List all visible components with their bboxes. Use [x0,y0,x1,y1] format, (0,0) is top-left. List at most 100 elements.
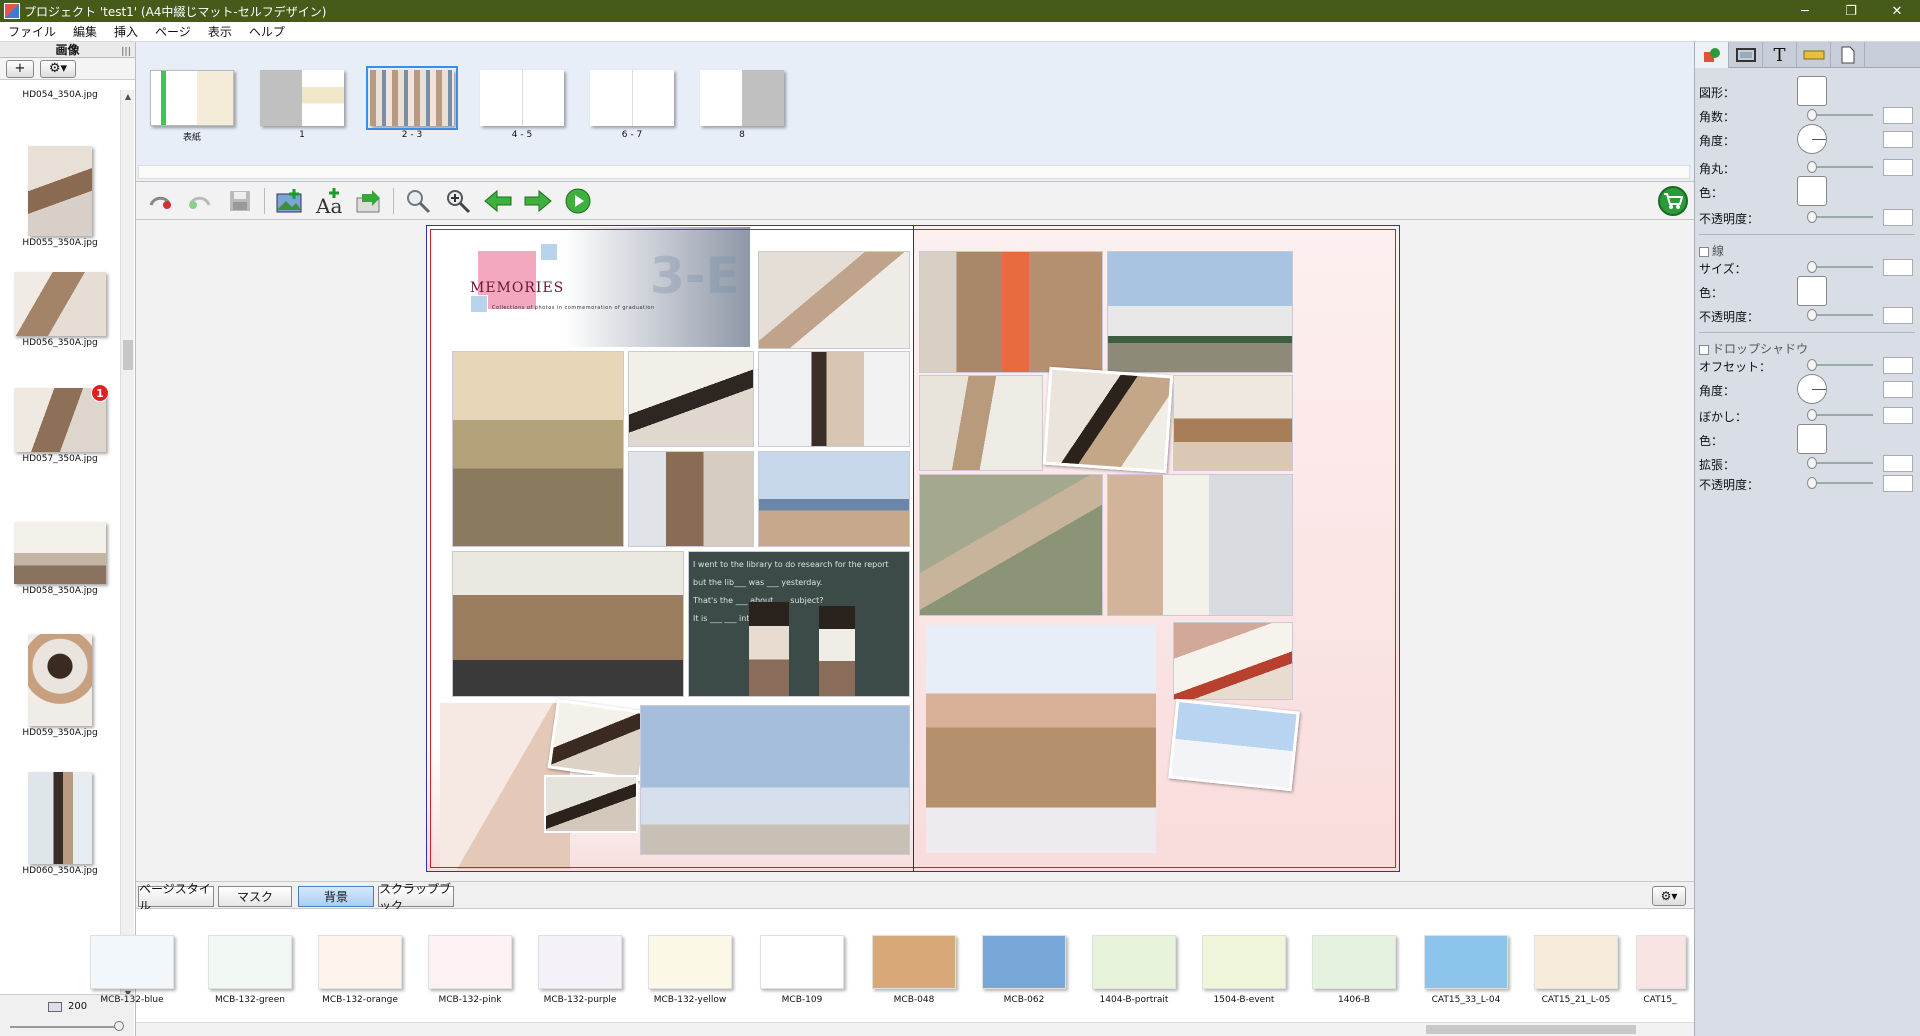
list-item[interactable]: HD054_350A.jpg [0,90,120,100]
line-opacity-slider[interactable] [1809,314,1873,316]
menu-help[interactable]: ヘルプ [241,23,294,40]
fill-color-swatch[interactable] [1797,176,1827,206]
background-swatch[interactable] [1092,935,1176,989]
zoom-in-icon[interactable] [438,186,478,216]
shape-icon[interactable] [1695,42,1729,68]
add-image-icon[interactable] [269,186,309,216]
background-swatch[interactable] [872,935,956,989]
line-size-slider[interactable] [1809,266,1873,268]
background-swatch[interactable] [538,935,622,989]
background-swatch[interactable] [428,935,512,989]
checkbox-icon[interactable] [1699,246,1709,257]
image-thumbnail[interactable] [28,146,92,236]
round-slider[interactable] [1809,166,1873,168]
shadow-offset-slider[interactable] [1809,364,1873,366]
zoom-slider[interactable] [10,1026,122,1028]
background-swatch[interactable] [90,935,174,989]
slider-handle[interactable] [1807,109,1817,121]
menu-view[interactable]: 表示 [200,23,241,40]
blur-input[interactable] [1883,407,1913,424]
round-input[interactable] [1883,159,1913,176]
slider-handle[interactable] [1807,161,1817,173]
shadow-opacity-input[interactable] [1883,475,1913,492]
background-item[interactable]: MCB-132-purple [524,935,636,1005]
scroll-up-icon[interactable]: ▲ [121,92,135,101]
shadow-angle-input[interactable] [1883,381,1913,398]
corners-slider[interactable] [1809,114,1873,116]
shape-picker[interactable] [1797,76,1827,106]
background-strip-scrollbar[interactable] [136,1022,1694,1036]
panel-grip-icon[interactable]: ||| [121,44,131,60]
spread-slider[interactable] [1809,462,1873,464]
background-item[interactable]: CAT15_21_L-05 [1520,935,1632,1005]
image-settings-button[interactable]: ⚙▾ [40,59,76,78]
opacity-input[interactable] [1883,209,1913,226]
tab-page-style[interactable]: ページスタイル [138,882,214,913]
scroll-thumb[interactable] [1426,1025,1636,1034]
list-item[interactable]: HD056_350A.jpg [0,272,120,348]
background-item[interactable]: MCB-062 [968,935,1080,1005]
background-swatch[interactable] [1312,935,1396,989]
image-thumbnail[interactable] [28,634,92,726]
background-swatch[interactable] [1424,935,1508,989]
page-spread[interactable]: 3-E MEMORIES Collections of photos in co… [426,225,1400,872]
ruler-icon[interactable] [1797,42,1831,68]
list-item[interactable]: 1 HD057_350A.jpg [0,384,120,464]
shadow-opacity-slider[interactable] [1809,482,1873,484]
line-opacity-input[interactable] [1883,307,1913,324]
menu-insert[interactable]: 挿入 [106,23,147,40]
image-thumbnail[interactable] [28,772,92,864]
slider-handle[interactable] [1807,477,1817,489]
background-swatch[interactable] [208,935,292,989]
background-item[interactable]: 1406-B [1298,935,1410,1005]
background-item[interactable]: 1504-B-event [1188,935,1300,1005]
image-thumbnail[interactable]: 1 [14,384,109,452]
undo-icon[interactable] [140,186,180,216]
shadow-offset-input[interactable] [1883,357,1913,374]
background-item[interactable]: MCB-132-blue [76,935,188,1005]
zoom-slider-handle[interactable] [114,1021,124,1031]
background-item[interactable]: MCB-132-yellow [634,935,746,1005]
background-item[interactable]: 1404-B-portrait [1078,935,1190,1005]
material-settings-button[interactable]: ⚙▾ [1652,886,1686,906]
background-swatch[interactable] [648,935,732,989]
background-item[interactable]: MCB-109 [746,935,858,1005]
page-thumb-4-5[interactable]: 4 - 5 [480,70,564,140]
zoom-out-icon[interactable] [398,186,438,216]
background-swatch[interactable] [982,935,1066,989]
list-item[interactable]: HD058_350A.jpg [0,522,120,596]
tab-scrapbook[interactable]: スクラップブック [378,882,454,913]
image-list-scrollbar[interactable]: ▲ ▼ [120,90,134,1000]
background-item[interactable]: MCB-048 [858,935,970,1005]
corners-input[interactable] [1883,107,1913,124]
shadow-color-swatch[interactable] [1797,424,1827,454]
export-icon[interactable] [349,186,389,216]
cart-icon[interactable] [1658,186,1688,216]
spread-input[interactable] [1883,455,1913,472]
text-icon[interactable]: T [1763,42,1797,68]
frame-icon[interactable] [1729,42,1763,68]
background-item[interactable]: MCB-132-pink [414,935,526,1005]
angle-dial[interactable] [1797,124,1827,154]
arrow-right-icon[interactable] [518,186,558,216]
line-color-swatch[interactable] [1797,276,1827,306]
page-thumb-1[interactable]: 1 [260,70,344,140]
design-canvas[interactable]: 3-E MEMORIES Collections of photos in co… [136,220,1694,881]
page-thumb-8[interactable]: 8 [700,70,784,140]
slider-handle[interactable] [1807,261,1817,273]
page-strip-scrollbar[interactable] [138,165,1690,179]
menu-edit[interactable]: 編集 [65,23,106,40]
background-item[interactable]: MCB-132-green [194,935,306,1005]
arrow-left-icon[interactable] [478,186,518,216]
restore-button[interactable]: ❐ [1828,0,1874,22]
add-text-icon[interactable]: Aa [309,186,349,216]
page-thumb-6-7[interactable]: 6 - 7 [590,70,674,140]
background-item[interactable]: CAT15_33_L-04 [1410,935,1522,1005]
tab-mask[interactable]: マスク [218,886,292,907]
blur-slider[interactable] [1809,414,1873,416]
menu-file[interactable]: ファイル [0,23,65,40]
minimize-button[interactable]: ─ [1782,0,1828,22]
slider-handle[interactable] [1807,211,1817,223]
checkbox-icon[interactable] [1699,344,1709,355]
shadow-angle-dial[interactable] [1797,374,1827,404]
